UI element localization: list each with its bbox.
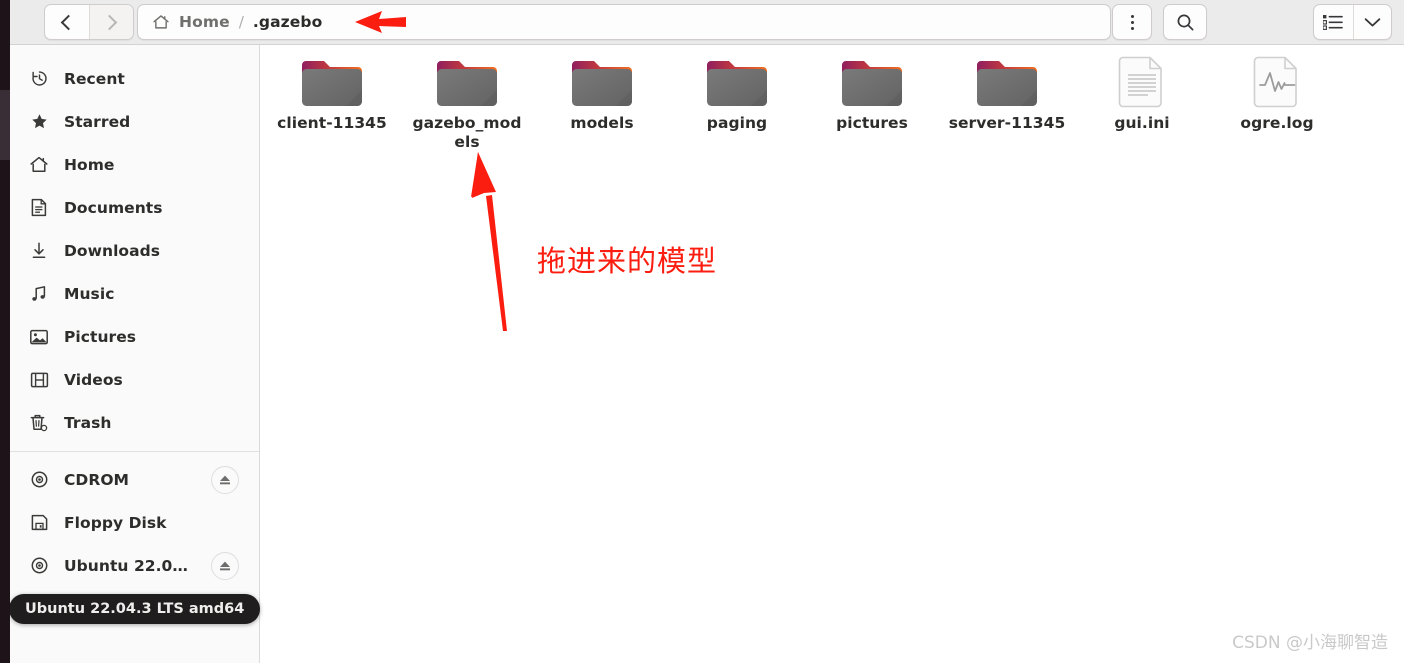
sidebar-item-ubuntu-iso[interactable]: Ubuntu 22.0… (10, 544, 259, 587)
folder-icon (678, 53, 796, 111)
clock-icon (28, 69, 50, 88)
chevron-right-icon (101, 14, 118, 30)
annotation-note: 拖进来的模型 (537, 244, 718, 278)
back-button[interactable] (45, 5, 89, 39)
music-note-icon (28, 284, 50, 303)
header-bar: Home / .gazebo (0, 0, 1404, 45)
file-item[interactable]: ogre.log (1218, 53, 1336, 133)
file-label: gui.ini (1114, 114, 1170, 132)
forward-button[interactable] (88, 5, 133, 39)
sidebar-item-home[interactable]: Home (10, 143, 259, 186)
breadcrumb-separator: / (238, 13, 244, 31)
sidebar-item-label: Home (64, 155, 115, 174)
sidebar-item-label: Documents (64, 198, 163, 217)
sidebar-item-label: Trash (64, 413, 112, 432)
sidebar-item-label: Ubuntu 22.0… (64, 556, 188, 575)
search-button[interactable] (1163, 4, 1207, 40)
breadcrumb-home[interactable]: Home (179, 13, 230, 31)
search-icon (1177, 14, 1193, 30)
menu-button[interactable] (1112, 4, 1152, 40)
chevron-down-icon (1364, 17, 1381, 26)
star-icon (28, 112, 50, 131)
tooltip: Ubuntu 22.04.3 LTS amd64 (9, 594, 261, 624)
floppy-icon (28, 513, 50, 532)
file-item[interactable]: client-11345 (273, 53, 391, 133)
sidebar-item-starred[interactable]: Starred (10, 100, 259, 143)
sidebar-item-recent[interactable]: Recent (10, 57, 259, 100)
breadcrumb-current[interactable]: .gazebo (253, 13, 322, 31)
sidebar-item-music[interactable]: Music (10, 272, 259, 315)
file-manager-window: Home / .gazebo Recent Starred Home Docum… (0, 0, 1404, 663)
file-label: models (570, 114, 634, 132)
eject-button-ubuntu-iso[interactable] (211, 551, 239, 580)
folder-icon (408, 53, 526, 111)
sidebar: Recent Starred Home Documents Downloads … (10, 45, 260, 663)
home-icon (153, 15, 169, 29)
file-grid: client-11345 gazebo_models models paging… (261, 45, 1404, 663)
watermark: CSDN @小海聊智造 (1232, 633, 1388, 653)
sidebar-item-videos[interactable]: Videos (10, 358, 259, 401)
trash-icon (28, 413, 50, 432)
sidebar-item-documents[interactable]: Documents (10, 186, 259, 229)
file-item[interactable]: paging (678, 53, 796, 133)
log-document-icon (1218, 53, 1336, 111)
picture-icon (28, 328, 50, 346)
file-item[interactable]: server-11345 (948, 53, 1066, 133)
sidebar-divider (10, 451, 259, 452)
home-icon (28, 155, 50, 174)
file-item[interactable]: models (543, 53, 661, 133)
eject-icon (220, 475, 230, 485)
sidebar-item-label: Pictures (64, 327, 137, 346)
sidebar-item-cdrom[interactable]: CDROM (10, 458, 259, 501)
view-button-group (1313, 4, 1392, 40)
file-label: paging (706, 114, 768, 132)
file-label: pictures (836, 114, 908, 132)
sidebar-item-label: Videos (64, 370, 123, 389)
file-item[interactable]: gazebo_models (408, 53, 526, 152)
sidebar-item-label: Starred (64, 112, 131, 131)
sidebar-item-label: CDROM (64, 470, 130, 489)
eject-icon (220, 561, 230, 571)
view-options-button[interactable] (1352, 5, 1392, 39)
folder-icon (813, 53, 931, 111)
file-label: ogre.log (1240, 114, 1314, 132)
navigation-button-group (44, 4, 134, 40)
sidebar-item-label: Floppy Disk (64, 513, 167, 532)
folder-icon (273, 53, 391, 111)
download-icon (28, 241, 50, 260)
sidebar-item-label: Music (64, 284, 115, 303)
sidebar-item-label: Downloads (64, 241, 161, 260)
film-icon (28, 371, 50, 389)
file-item[interactable]: pictures (813, 53, 931, 133)
chevron-left-icon (61, 14, 77, 30)
folder-icon (948, 53, 1066, 111)
file-item[interactable]: gui.ini (1083, 53, 1201, 133)
breadcrumb: Home / .gazebo (137, 4, 1111, 40)
document-icon (28, 198, 50, 217)
file-label: server-11345 (948, 114, 1066, 132)
folder-icon (543, 53, 661, 111)
desktop-edge-highlight (0, 90, 10, 160)
file-label: gazebo_models (412, 114, 522, 151)
three-dots-icon (1130, 14, 1134, 30)
text-document-icon (1083, 53, 1201, 111)
list-view-button[interactable] (1314, 5, 1353, 39)
disc-icon (28, 556, 50, 575)
sidebar-item-pictures[interactable]: Pictures (10, 315, 259, 358)
file-label: client-11345 (277, 114, 387, 132)
tooltip-text: Ubuntu 22.04.3 LTS amd64 (25, 601, 245, 617)
sidebar-item-trash[interactable]: Trash (10, 401, 259, 444)
eject-button-cdrom[interactable] (211, 465, 239, 494)
sidebar-item-label: Recent (64, 69, 125, 88)
sidebar-item-floppy-disk[interactable]: Floppy Disk (10, 501, 259, 544)
disc-icon (28, 470, 50, 489)
sidebar-item-downloads[interactable]: Downloads (10, 229, 259, 272)
list-view-icon (1323, 15, 1344, 30)
